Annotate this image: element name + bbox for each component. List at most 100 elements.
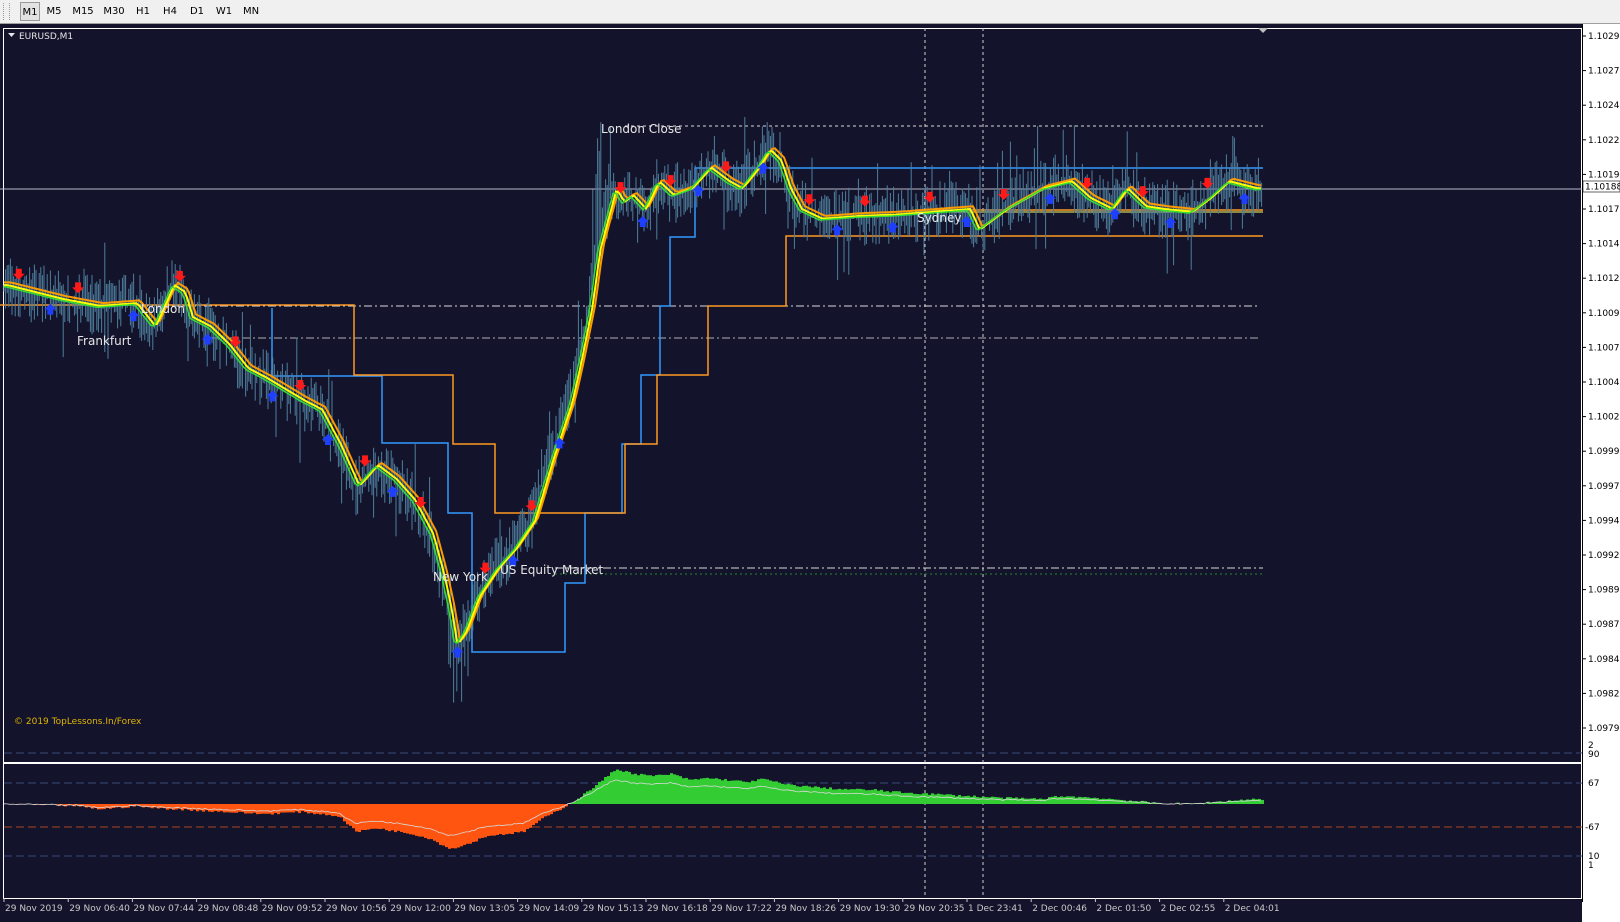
price-tick-label: 1.10170: [1588, 205, 1620, 215]
histogram-bar: [349, 804, 352, 826]
histogram-bar: [991, 796, 994, 804]
histogram-bar: [460, 804, 463, 847]
histogram-bar: [190, 804, 193, 811]
price-tick-label: 1.09920: [1588, 551, 1620, 561]
timeframe-button-m1[interactable]: M1: [20, 2, 40, 21]
timeframe-button-m30[interactable]: M30: [99, 2, 129, 21]
price-tick-label: 1.09970: [1588, 482, 1620, 492]
histogram-bar: [289, 804, 292, 813]
histogram-bar: [292, 804, 295, 813]
timeframe-button-h4[interactable]: H4: [157, 2, 183, 21]
histogram-bar: [550, 804, 553, 815]
timeframe-button-m5[interactable]: M5: [41, 2, 67, 21]
histogram-bar: [400, 804, 403, 832]
histogram-bar: [1042, 799, 1045, 804]
histogram-bar: [886, 791, 889, 804]
histogram-bar: [925, 793, 928, 804]
price-tick-label: 1.09820: [1588, 689, 1620, 699]
histogram-bar: [424, 804, 427, 838]
histogram-bar: [538, 804, 541, 821]
histogram-bar: [658, 774, 661, 804]
histogram-bar: [1012, 798, 1015, 804]
price-tick-label: 1.10270: [1588, 67, 1620, 77]
histogram-bar: [604, 776, 607, 804]
histogram-bar: [868, 790, 871, 804]
timeframe-button-h1[interactable]: H1: [130, 2, 156, 21]
session-label-london-close: London Close: [601, 122, 682, 136]
histogram-bar: [274, 804, 277, 813]
histogram-bar: [748, 782, 751, 804]
histogram-bar: [646, 775, 649, 804]
session-label-sydney: Sydney: [917, 211, 961, 225]
histogram-bar: [859, 788, 862, 804]
histogram-bar: [928, 794, 931, 804]
histogram-bar: [595, 785, 598, 804]
histogram-bar: [802, 785, 805, 804]
timeframe-button-mn[interactable]: MN: [238, 2, 264, 21]
histogram-bar: [214, 804, 217, 811]
toolbar-grip[interactable]: [3, 3, 10, 20]
histogram-bar: [1252, 798, 1255, 804]
histogram-bar: [166, 804, 169, 810]
histogram-bar: [361, 804, 364, 830]
chart-window[interactable]: EURUSD,M1 © 2019 TopLessons.In/Forex Lon…: [0, 24, 1620, 922]
histogram-bar: [373, 804, 376, 829]
histogram-bar: [901, 793, 904, 804]
histogram-bar: [862, 789, 865, 804]
histogram-bar: [736, 780, 739, 804]
histogram-bar: [478, 804, 481, 839]
session-label-us-equity-market: US Equity Market: [500, 563, 604, 577]
histogram-bar: [271, 804, 274, 815]
histogram-bar: [1105, 798, 1108, 804]
histogram-bar: [1099, 799, 1102, 804]
histogram-bar: [409, 804, 412, 835]
histogram-bar: [643, 774, 646, 804]
histogram-bar: [1120, 799, 1123, 804]
time-tick-label: 29 Nov 16:18: [647, 904, 708, 914]
timeframe-button-m15[interactable]: M15: [68, 2, 98, 21]
histogram-bar: [700, 778, 703, 804]
histogram-bar: [283, 804, 286, 813]
histogram-bar: [907, 792, 910, 804]
price-tick-label: 1.10120: [1588, 274, 1620, 284]
histogram-bar: [157, 804, 160, 809]
histogram-bar: [238, 804, 241, 812]
histogram-bar: [1024, 798, 1027, 804]
indicator-label-neg67: -67: [1585, 823, 1600, 833]
histogram-bar: [592, 788, 595, 804]
timeframe-button-d1[interactable]: D1: [184, 2, 210, 21]
histogram-bar: [775, 781, 778, 804]
time-tick-label: 29 Nov 14:09: [519, 904, 580, 914]
histogram-bar: [223, 804, 226, 813]
timeframe-button-w1[interactable]: W1: [211, 2, 237, 21]
histogram-bar: [1039, 798, 1042, 804]
histogram-bar: [121, 804, 124, 809]
time-tick-label: 29 Nov 17:22: [711, 904, 772, 914]
histogram-bar: [1114, 799, 1117, 804]
histogram-bar: [685, 777, 688, 804]
price-tick-label: 1.10220: [1588, 136, 1620, 146]
histogram-bar: [739, 780, 742, 804]
time-tick-label: 1 Dec 23:41: [968, 904, 1023, 914]
histogram-bar: [526, 804, 529, 830]
histogram-bar: [226, 804, 229, 813]
histogram-bar: [532, 804, 535, 826]
price-tick-label: 1.10295: [1588, 32, 1620, 42]
histogram-bar: [757, 779, 760, 804]
histogram-bar: [805, 785, 808, 804]
histogram-bar: [1093, 797, 1096, 804]
price-tick-label: 1.09870: [1588, 620, 1620, 630]
time-tick-label: 29 Nov 13:05: [454, 904, 515, 914]
histogram-bar: [391, 804, 394, 831]
histogram-bar: [364, 804, 367, 831]
histogram-bar: [172, 804, 175, 810]
histogram-bar: [994, 796, 997, 804]
histogram-bar: [634, 773, 637, 804]
price-tick-label: 1.10020: [1588, 413, 1620, 423]
price-tick-label: 1.09945: [1588, 516, 1620, 526]
timeframe-toolbar: M1 M5 M15 M30 H1 H4 D1 W1 MN: [0, 0, 1620, 24]
histogram-bar: [706, 777, 709, 804]
histogram-bar: [307, 804, 310, 814]
histogram-bar: [793, 785, 796, 804]
histogram-bar: [835, 789, 838, 804]
